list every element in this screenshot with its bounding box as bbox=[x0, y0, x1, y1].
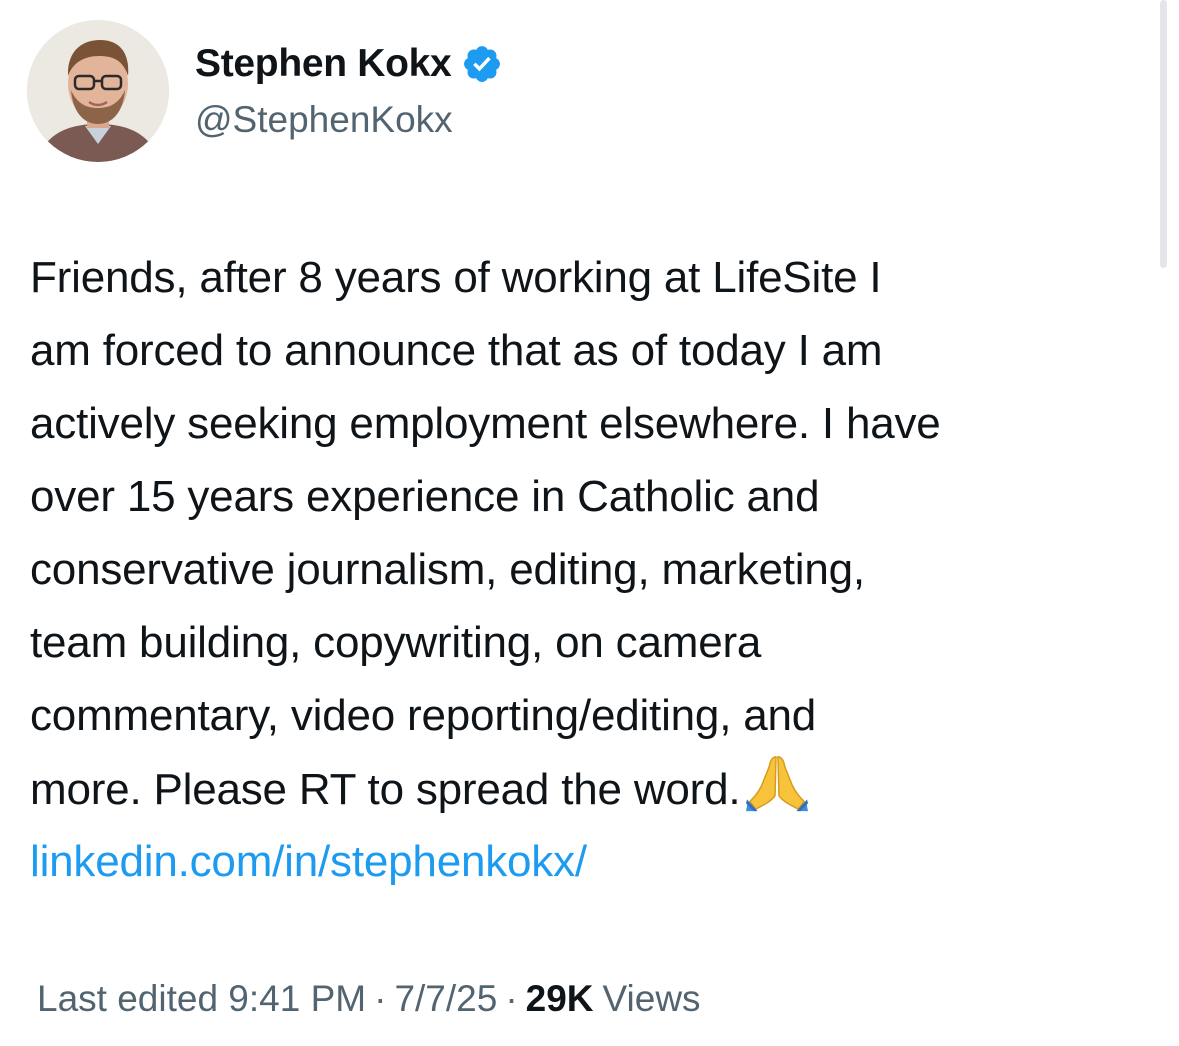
tweet-meta: Last edited 9:41 PM · 7/7/25 · 29K Views bbox=[37, 978, 701, 1020]
avatar-photo bbox=[27, 20, 169, 162]
views-count[interactable]: 29K bbox=[526, 978, 594, 1020]
tweet-text-line: more. Please RT to spread the word. bbox=[30, 765, 741, 814]
avatar[interactable] bbox=[27, 20, 169, 162]
edited-timestamp[interactable]: Last edited 9:41 PM bbox=[37, 978, 366, 1020]
folded-hands-icon bbox=[746, 756, 809, 812]
tweet-date[interactable]: 7/7/25 bbox=[394, 978, 497, 1020]
views-label[interactable]: Views bbox=[603, 978, 701, 1020]
tweet-text-line: Friends, after 8 years of working at Lif… bbox=[30, 253, 882, 302]
display-name[interactable]: Stephen Kokx bbox=[195, 42, 452, 86]
tweet-link-line: linkedin.com/in/stephenkokx/ bbox=[30, 825, 1155, 898]
meta-separator: · bbox=[505, 978, 518, 1019]
tweet-text-line: over 15 years experience in Catholic and bbox=[30, 472, 820, 521]
tweet-text-line: actively seeking employment elsewhere. I… bbox=[30, 399, 941, 448]
tweet-text-line: conservative journalism, editing, market… bbox=[30, 545, 865, 594]
tweet-text-line: commentary, video reporting/editing, and bbox=[30, 691, 817, 740]
tweet-header: Stephen Kokx @StephenKokx bbox=[27, 20, 1147, 162]
meta-separator: · bbox=[374, 978, 387, 1019]
verified-badge-icon[interactable] bbox=[461, 43, 503, 85]
scrollbar[interactable] bbox=[1160, 0, 1167, 268]
tweet-text-line: team building, copywriting, on camera bbox=[30, 618, 762, 667]
tweet-text: Friends, after 8 years of working at Lif… bbox=[30, 241, 1155, 898]
linkedin-link[interactable]: linkedin.com/in/stephenkokx/ bbox=[30, 837, 587, 886]
name-row: Stephen Kokx bbox=[195, 40, 503, 88]
tweet-text-line-last: more. Please RT to spread the word. bbox=[30, 752, 1155, 825]
tweet-text-line: am forced to announce that as of today I… bbox=[30, 326, 883, 375]
user-handle[interactable]: @StephenKokx bbox=[195, 99, 453, 141]
